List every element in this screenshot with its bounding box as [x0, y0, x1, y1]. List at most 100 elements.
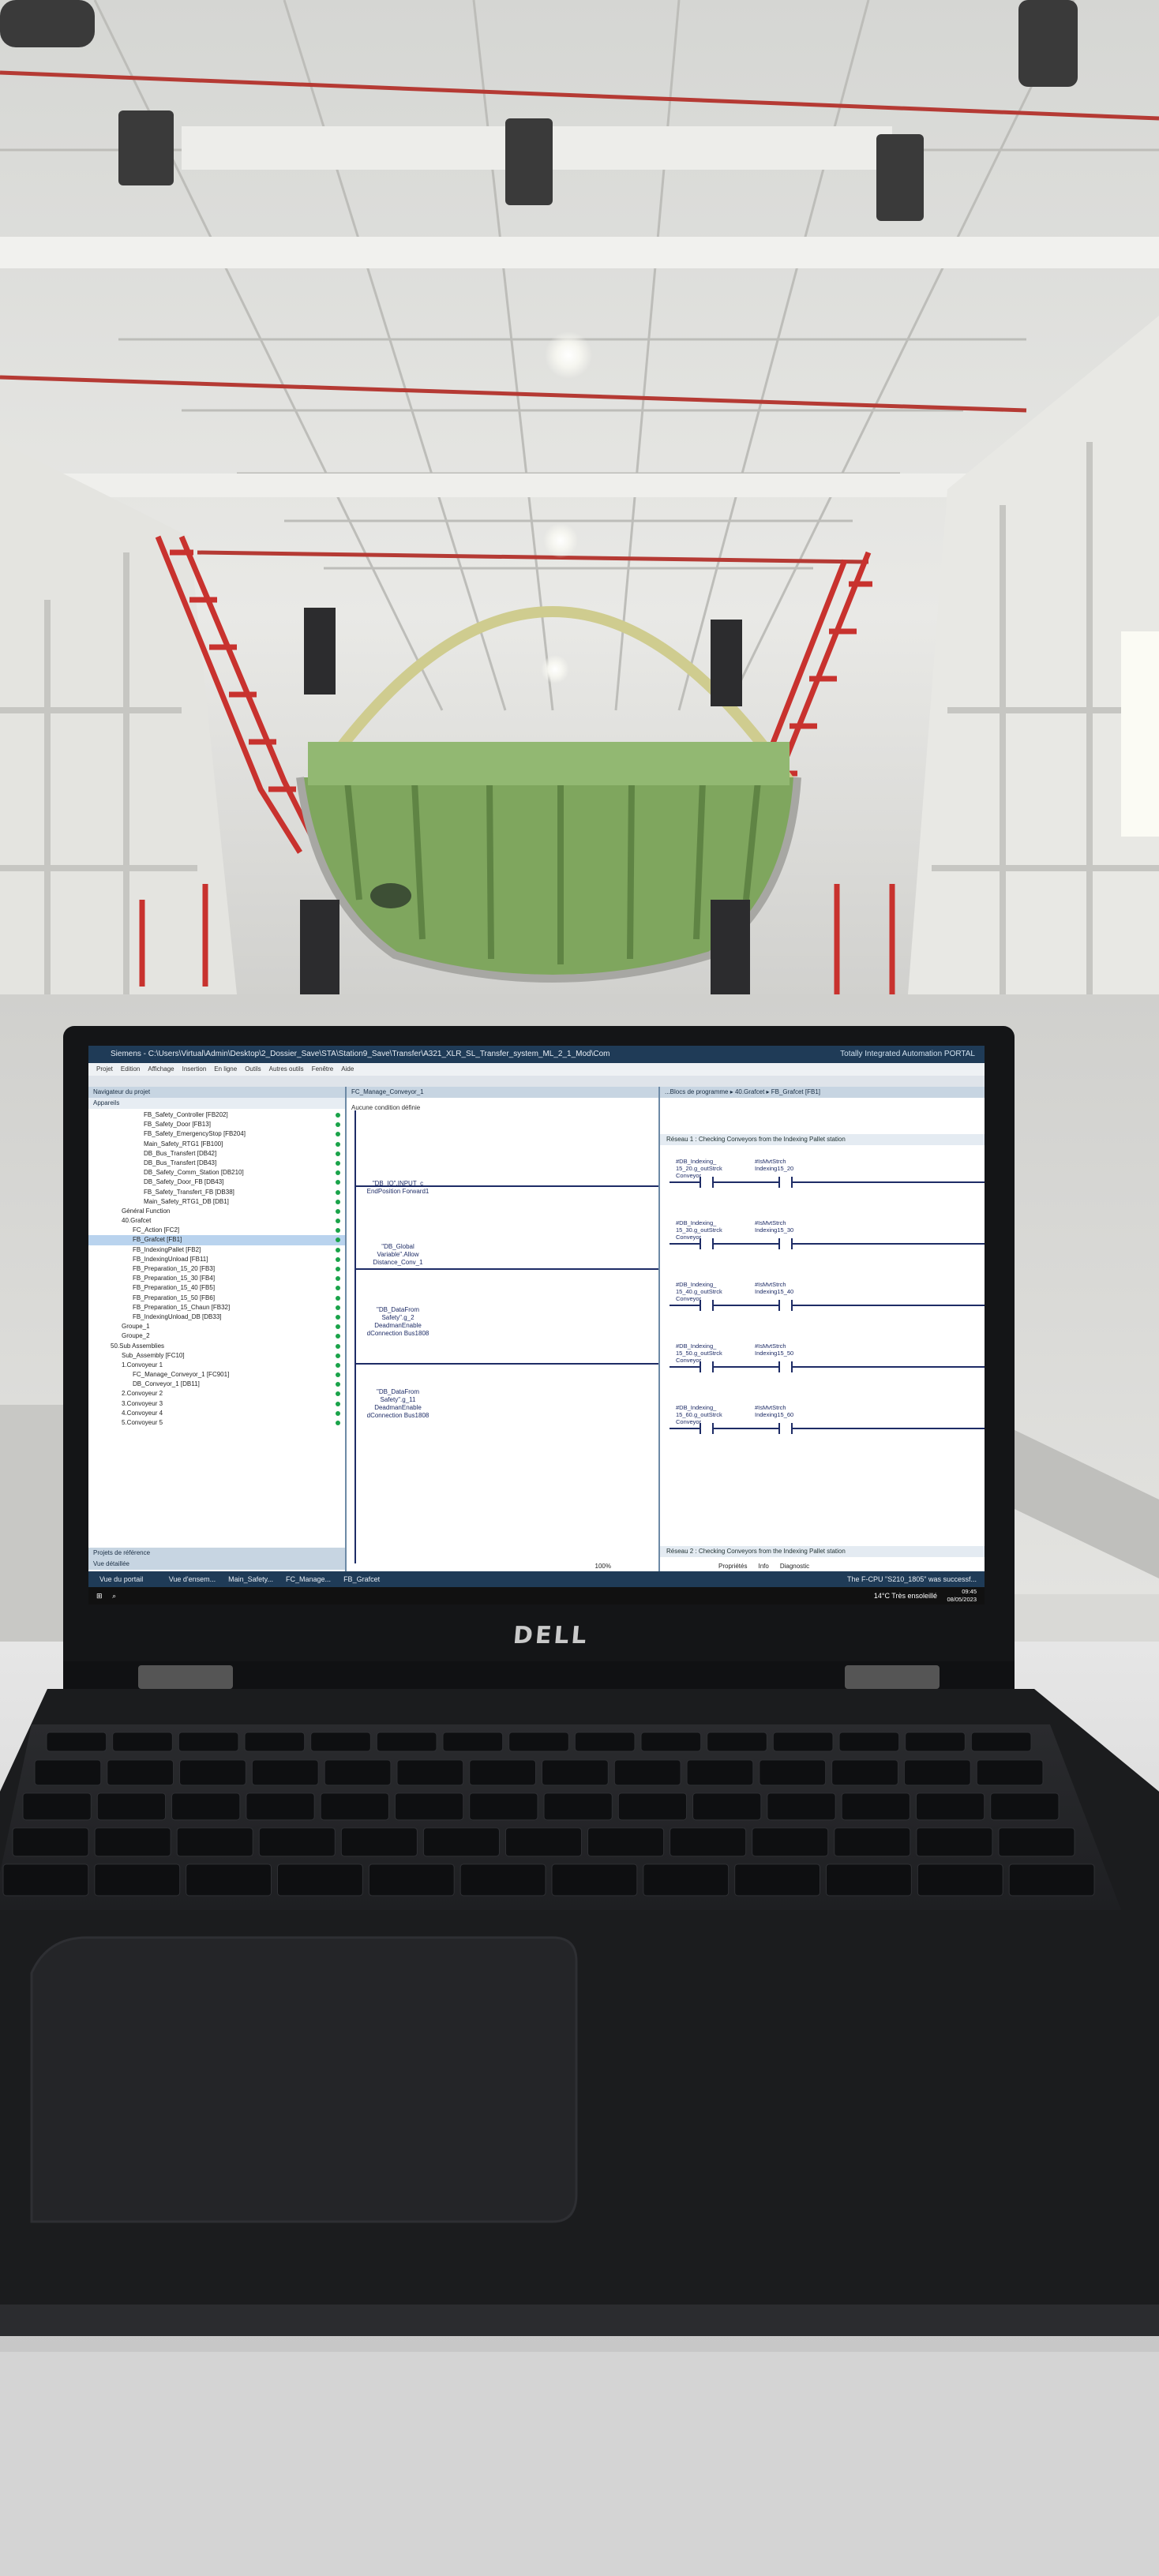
key[interactable]: [2, 1863, 89, 1896]
start-icon[interactable]: ⊞: [96, 1592, 103, 1600]
key[interactable]: [640, 1732, 702, 1752]
key[interactable]: [459, 1863, 546, 1896]
key[interactable]: [368, 1863, 455, 1896]
key[interactable]: [831, 1759, 898, 1786]
tree-item[interactable]: Main_Safety_RTG1_DB [DB1]: [88, 1197, 345, 1207]
no-contact-symbol[interactable]: [778, 1300, 793, 1311]
contact-tag[interactable]: #IsMvtStrch Indexing15_50: [755, 1342, 793, 1357]
tree-item[interactable]: Groupe_1: [88, 1322, 345, 1331]
tree-item[interactable]: DB_Safety_Door_FB [DB43]: [88, 1178, 345, 1187]
network-1-header[interactable]: Réseau 1 : Checking Conveyors from the I…: [660, 1134, 985, 1145]
key[interactable]: [12, 1827, 89, 1857]
key[interactable]: [613, 1759, 681, 1786]
key[interactable]: [178, 1732, 239, 1752]
key[interactable]: [542, 1759, 609, 1786]
key[interactable]: [469, 1759, 537, 1786]
key[interactable]: [508, 1732, 569, 1752]
touchpad[interactable]: [30, 1936, 578, 2223]
tree-item[interactable]: FB_Preparation_15_Chaun [FB32]: [88, 1303, 345, 1312]
menu-item[interactable]: Fenêtre: [312, 1065, 334, 1073]
menu-item[interactable]: Outils: [245, 1065, 261, 1073]
key[interactable]: [320, 1792, 389, 1821]
menu-item[interactable]: Aide: [341, 1065, 354, 1073]
key[interactable]: [394, 1792, 464, 1821]
key[interactable]: [917, 1863, 1003, 1896]
key[interactable]: [686, 1759, 754, 1786]
key[interactable]: [772, 1732, 834, 1752]
key[interactable]: [767, 1792, 836, 1821]
tree-item[interactable]: FC_Action [FC2]: [88, 1226, 345, 1235]
key[interactable]: [752, 1827, 829, 1857]
key[interactable]: [94, 1863, 181, 1896]
key[interactable]: [998, 1827, 1075, 1857]
tree-item[interactable]: FB_Safety_Door [FB13]: [88, 1120, 345, 1129]
key[interactable]: [469, 1792, 538, 1821]
no-contact-symbol[interactable]: [700, 1361, 714, 1372]
key[interactable]: [838, 1732, 900, 1752]
menu-item[interactable]: Projet: [96, 1065, 113, 1073]
portal-view-button[interactable]: Vue du portail: [99, 1575, 143, 1583]
tree-item[interactable]: Main_Safety_RTG1 [FB100]: [88, 1140, 345, 1149]
tree-item[interactable]: FB_Safety_Controller [FB202]: [88, 1110, 345, 1120]
detail-view[interactable]: Vue détaillée: [88, 1559, 345, 1570]
key[interactable]: [826, 1863, 912, 1896]
tree-item[interactable]: FB_Safety_Transfert_FB [DB38]: [88, 1188, 345, 1197]
reference-projects[interactable]: Projets de référence: [88, 1548, 345, 1559]
no-contact-symbol[interactable]: [778, 1177, 793, 1188]
key[interactable]: [759, 1759, 827, 1786]
tree-item[interactable]: FB_Grafcet [FB1]: [88, 1235, 345, 1245]
devices-tab[interactable]: Appareils: [88, 1098, 345, 1109]
key[interactable]: [643, 1863, 730, 1896]
key[interactable]: [34, 1759, 102, 1786]
tree-item[interactable]: FB_IndexingPallet [FB2]: [88, 1245, 345, 1255]
key[interactable]: [324, 1759, 392, 1786]
key[interactable]: [310, 1732, 371, 1752]
menu-item[interactable]: En ligne: [214, 1065, 237, 1073]
tree-item[interactable]: Groupe_2: [88, 1331, 345, 1341]
key[interactable]: [258, 1827, 336, 1857]
key[interactable]: [970, 1732, 1032, 1752]
key[interactable]: [176, 1827, 253, 1857]
weather-widget[interactable]: 14°C Très ensoleillé: [874, 1587, 937, 1604]
key[interactable]: [905, 1732, 966, 1752]
editor-tab[interactable]: FB_Grafcet: [343, 1575, 380, 1583]
inspector-tab[interactable]: Diagnostic: [780, 1563, 809, 1570]
inspector-tabs[interactable]: Propriétés Info Diagnostic: [707, 1563, 809, 1570]
key[interactable]: [670, 1827, 747, 1857]
tree-item[interactable]: FB_Preparation_15_40 [FB5]: [88, 1283, 345, 1293]
contact-tag[interactable]: #IsMvtStrch Indexing15_30: [755, 1219, 793, 1234]
tree-item[interactable]: FB_Preparation_15_50 [FB6]: [88, 1294, 345, 1303]
key[interactable]: [94, 1827, 171, 1857]
tree-item[interactable]: FB_IndexingUnload_DB [DB33]: [88, 1312, 345, 1322]
tree-item[interactable]: 50.Sub Assemblies: [88, 1342, 345, 1351]
editor-tabs[interactable]: Vue d'ensem... Main_Safety... FC_Manage...…: [156, 1575, 380, 1583]
key[interactable]: [990, 1792, 1060, 1821]
key[interactable]: [96, 1792, 167, 1821]
key[interactable]: [841, 1792, 910, 1821]
key[interactable]: [246, 1792, 315, 1821]
contact-tag[interactable]: #DB_Indexing_ 15_30.g_outStrck Conveyor: [676, 1219, 722, 1241]
tree-item[interactable]: 3.Convoyeur 3: [88, 1399, 345, 1409]
tree-item[interactable]: 1.Convoyeur 1: [88, 1361, 345, 1370]
tree-item[interactable]: Sub_Assembly [FC10]: [88, 1351, 345, 1361]
key[interactable]: [46, 1732, 107, 1752]
tree-item[interactable]: FB_Preparation_15_20 [FB3]: [88, 1264, 345, 1274]
editor-tab[interactable]: FC_Manage...: [286, 1575, 331, 1583]
no-contact-symbol[interactable]: [778, 1423, 793, 1434]
key[interactable]: [186, 1863, 272, 1896]
key[interactable]: [543, 1792, 613, 1821]
no-contact-symbol[interactable]: [778, 1361, 793, 1372]
key[interactable]: [574, 1732, 636, 1752]
zoom-level[interactable]: 100%: [595, 1563, 611, 1570]
key[interactable]: [340, 1827, 418, 1857]
no-contact-symbol[interactable]: [700, 1238, 714, 1249]
tree-item[interactable]: FB_Preparation_15_30 [FB4]: [88, 1274, 345, 1283]
search-icon[interactable]: ⌕: [112, 1592, 116, 1600]
key[interactable]: [107, 1759, 174, 1786]
key[interactable]: [179, 1759, 246, 1786]
key[interactable]: [617, 1792, 688, 1821]
contact-tag[interactable]: #IsMvtStrch Indexing15_60: [755, 1404, 793, 1418]
menu-item[interactable]: Edition: [121, 1065, 140, 1073]
inspector-tab[interactable]: Info: [758, 1563, 768, 1570]
tree-item[interactable]: DB_Safety_Comm_Station [DB210]: [88, 1168, 345, 1178]
